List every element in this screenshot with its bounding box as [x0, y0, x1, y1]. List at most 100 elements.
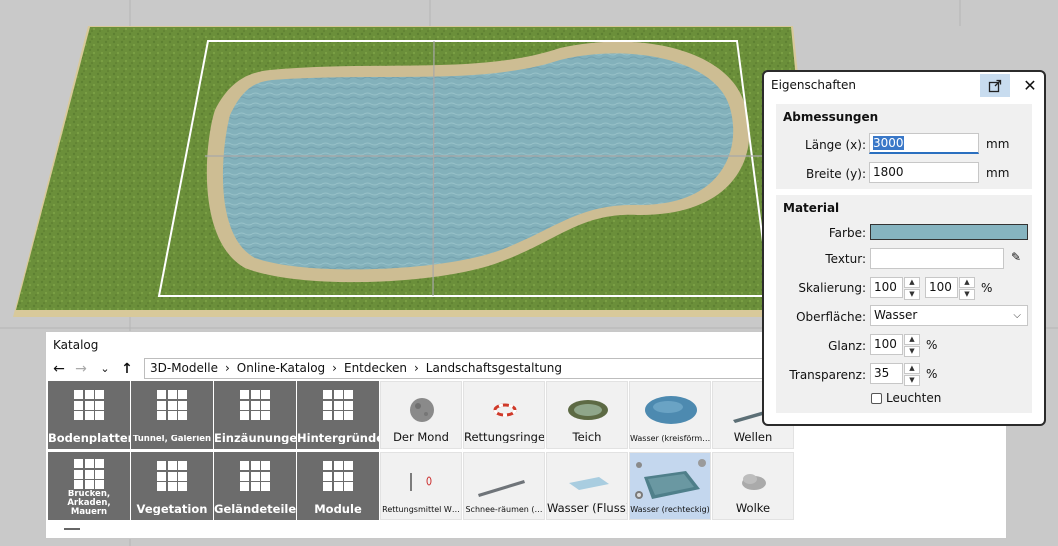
surface-select[interactable]: Wasser ⌵	[870, 305, 1028, 326]
breadcrumb-separator: ›	[413, 361, 419, 375]
category-label: Tunnel, Galerien	[132, 435, 212, 444]
pencil-icon[interactable]: ✎	[1011, 250, 1021, 264]
width-label: Breite (y):	[805, 167, 866, 181]
gloss-input[interactable]: 100	[870, 334, 903, 355]
category-label: Brücken, Arkaden, Mauern	[67, 490, 111, 517]
grid-icon	[157, 461, 187, 491]
gloss-unit: %	[926, 338, 938, 352]
popout-icon[interactable]	[980, 74, 1010, 97]
catalog-item[interactable]: Teich	[546, 381, 628, 449]
forward-arrow-icon[interactable]: →	[72, 360, 90, 378]
item-label: Wellen	[733, 431, 773, 443]
breadcrumb-item[interactable]: 3D-Modelle	[150, 359, 218, 378]
transparency-label: Transparenz:	[789, 368, 866, 382]
category-label: Vegetation	[136, 503, 208, 515]
texture-input[interactable]	[870, 248, 1004, 269]
length-unit: mm	[986, 137, 1010, 151]
item-label: Wasser (kreisförm…	[630, 434, 710, 443]
width-input[interactable]: 1800	[869, 162, 979, 183]
round-water-thumbnail-icon	[645, 396, 697, 424]
glow-label: Leuchten	[886, 391, 942, 405]
scale-x-input[interactable]: 100	[870, 277, 903, 298]
properties-window: Eigenschaften ✕ Abmessungen Länge (x): 3…	[762, 70, 1046, 426]
grid-icon	[74, 459, 104, 489]
snow-plow-thumbnail-icon	[478, 480, 525, 497]
transparency-input[interactable]: 35	[870, 363, 903, 384]
close-icon[interactable]: ✕	[1018, 74, 1042, 97]
glow-checkbox[interactable]	[871, 393, 882, 404]
rescue-equipment-thumbnail-icon	[410, 473, 432, 491]
breadcrumb-separator: ›	[224, 361, 230, 375]
lifebuoy-thumbnail-icon	[493, 403, 517, 417]
category-tile[interactable]: Vegetation	[131, 452, 213, 520]
category-tile[interactable]: Einzäunungen	[214, 381, 296, 449]
scale-unit: %	[981, 281, 993, 295]
category-tile[interactable]: Brücken, Arkaden, Mauern	[48, 452, 130, 520]
grid-icon	[323, 390, 353, 420]
catalog-item[interactable]: Der Mond	[380, 381, 462, 449]
color-label: Farbe:	[828, 226, 866, 240]
breadcrumb-item[interactable]: Online-Katalog	[237, 359, 325, 378]
river-water-thumbnail-icon	[569, 477, 609, 490]
category-tile[interactable]: Tunnel, Galerien	[131, 381, 213, 449]
back-arrow-icon[interactable]: ←	[50, 360, 68, 378]
scale-label: Skalierung:	[798, 281, 866, 295]
cloud-thumbnail-icon	[742, 474, 766, 490]
catalog-item[interactable]: Schnee-räumen (…	[463, 452, 545, 520]
properties-title: Eigenschaften	[771, 78, 857, 92]
chevron-down-icon: ⌵	[1013, 310, 1021, 321]
length-label: Länge (x):	[805, 138, 866, 152]
category-label: Hintergründe	[297, 432, 379, 444]
transparency-stepper[interactable]: ▲ ▼	[904, 363, 920, 386]
category-label: Geländeteile	[214, 503, 296, 515]
grid-icon	[240, 390, 270, 420]
catalog-item[interactable]: Wolke	[712, 452, 794, 520]
material-group: Material Farbe: Textur: ✎ Skalierung: 10…	[776, 195, 1032, 413]
dimensions-heading: Abmessungen	[783, 110, 879, 124]
item-label: Wasser (rechteckig)	[630, 505, 710, 514]
item-label: Rettungsmittel W…	[382, 505, 460, 514]
catalog-item[interactable]: Wasser (kreisförm…	[629, 381, 711, 449]
category-label: Module	[314, 503, 362, 515]
chevron-down-icon[interactable]: ⌄	[96, 360, 114, 378]
category-tile[interactable]: Hintergründe	[297, 381, 379, 449]
catalog-item[interactable]: Wasser (Fluss)	[546, 452, 628, 520]
grid-icon	[240, 461, 270, 491]
moon-thumbnail-icon	[410, 398, 434, 422]
scale-y-stepper[interactable]: ▲ ▼	[959, 277, 975, 300]
length-input[interactable]: 3000	[869, 133, 979, 154]
category-tile[interactable]: Bodenplatten	[48, 381, 130, 449]
category-tile[interactable]: Module	[297, 452, 379, 520]
material-heading: Material	[783, 201, 840, 215]
transparency-unit: %	[926, 367, 938, 381]
grid-icon	[74, 390, 104, 420]
item-label: Der Mond	[393, 431, 449, 443]
breadcrumb-item[interactable]: Landschaftsgestaltung	[426, 359, 562, 378]
catalog-item-selected[interactable]: Wasser (rechteckig)	[629, 452, 711, 520]
scale-x-stepper[interactable]: ▲ ▼	[904, 277, 920, 300]
up-arrow-icon[interactable]: ↑	[118, 360, 136, 378]
scale-y-input[interactable]: 100	[925, 277, 958, 298]
category-label: Bodenplatten	[48, 432, 130, 444]
gloss-label: Glanz:	[828, 339, 866, 353]
surface-value: Wasser	[874, 308, 918, 322]
catalog-item[interactable]: Rettungsringe	[463, 381, 545, 449]
rectangular-water-thumbnail-icon	[635, 459, 706, 499]
item-label: Wolke	[735, 502, 771, 514]
surface-label: Oberfläche:	[796, 310, 866, 324]
catalog-item[interactable]: Rettungsmittel W…	[380, 452, 462, 520]
breadcrumb-separator: ›	[332, 361, 337, 375]
width-unit: mm	[986, 166, 1010, 180]
item-label: Wasser (Fluss)	[547, 502, 627, 514]
category-tile[interactable]: Geländeteile	[214, 452, 296, 520]
gloss-stepper[interactable]: ▲ ▼	[904, 334, 920, 357]
dimensions-group: Abmessungen Länge (x): 3000 mm Breite (y…	[776, 104, 1032, 189]
breadcrumb-item[interactable]: Entdecken	[344, 359, 407, 378]
item-label: Teich	[572, 431, 602, 443]
resize-grip[interactable]	[64, 528, 80, 530]
item-label: Schnee-räumen (…	[465, 505, 543, 514]
breadcrumb[interactable]: 3D-Modelle › Online-Katalog › Entdecken › Land…	[144, 358, 784, 379]
category-label: Einzäunungen	[214, 432, 296, 444]
color-swatch[interactable]	[870, 224, 1028, 240]
grid-icon	[323, 461, 353, 491]
